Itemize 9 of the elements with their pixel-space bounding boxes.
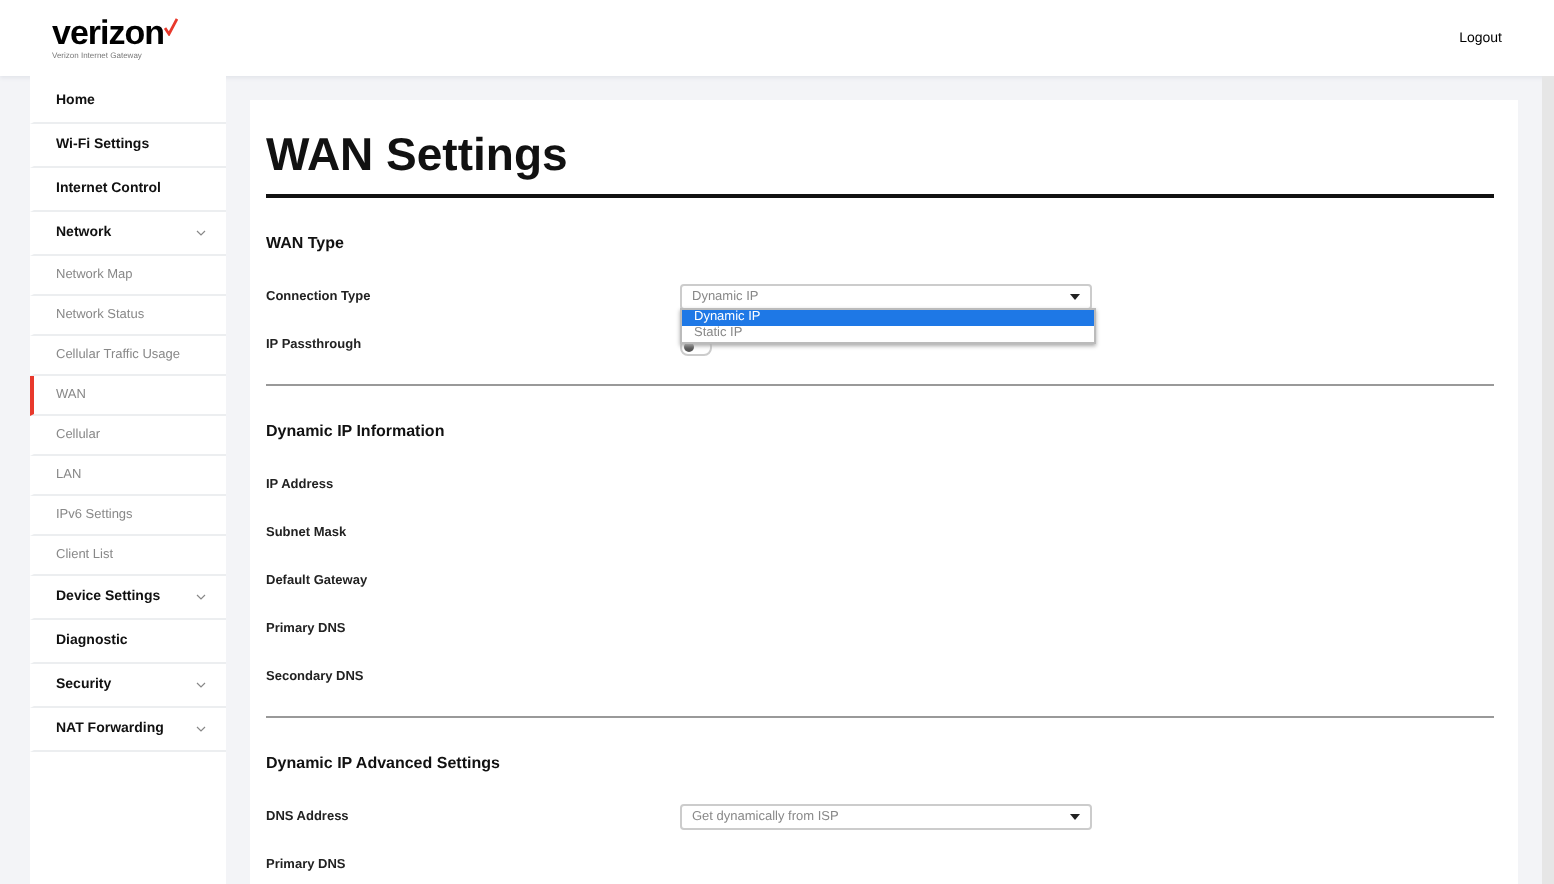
checkmark-icon (164, 17, 179, 35)
scrollbar[interactable] (1542, 76, 1554, 884)
section-title: WAN Type (266, 234, 346, 252)
logo: verizon (52, 17, 179, 49)
caret-down-icon (1070, 813, 1080, 819)
section-title: Dynamic IP Advanced Settings (266, 754, 502, 772)
page-title: WAN Settings (266, 128, 1494, 198)
caret-down-icon (1070, 293, 1080, 299)
section-title: Dynamic IP Information (266, 422, 447, 440)
